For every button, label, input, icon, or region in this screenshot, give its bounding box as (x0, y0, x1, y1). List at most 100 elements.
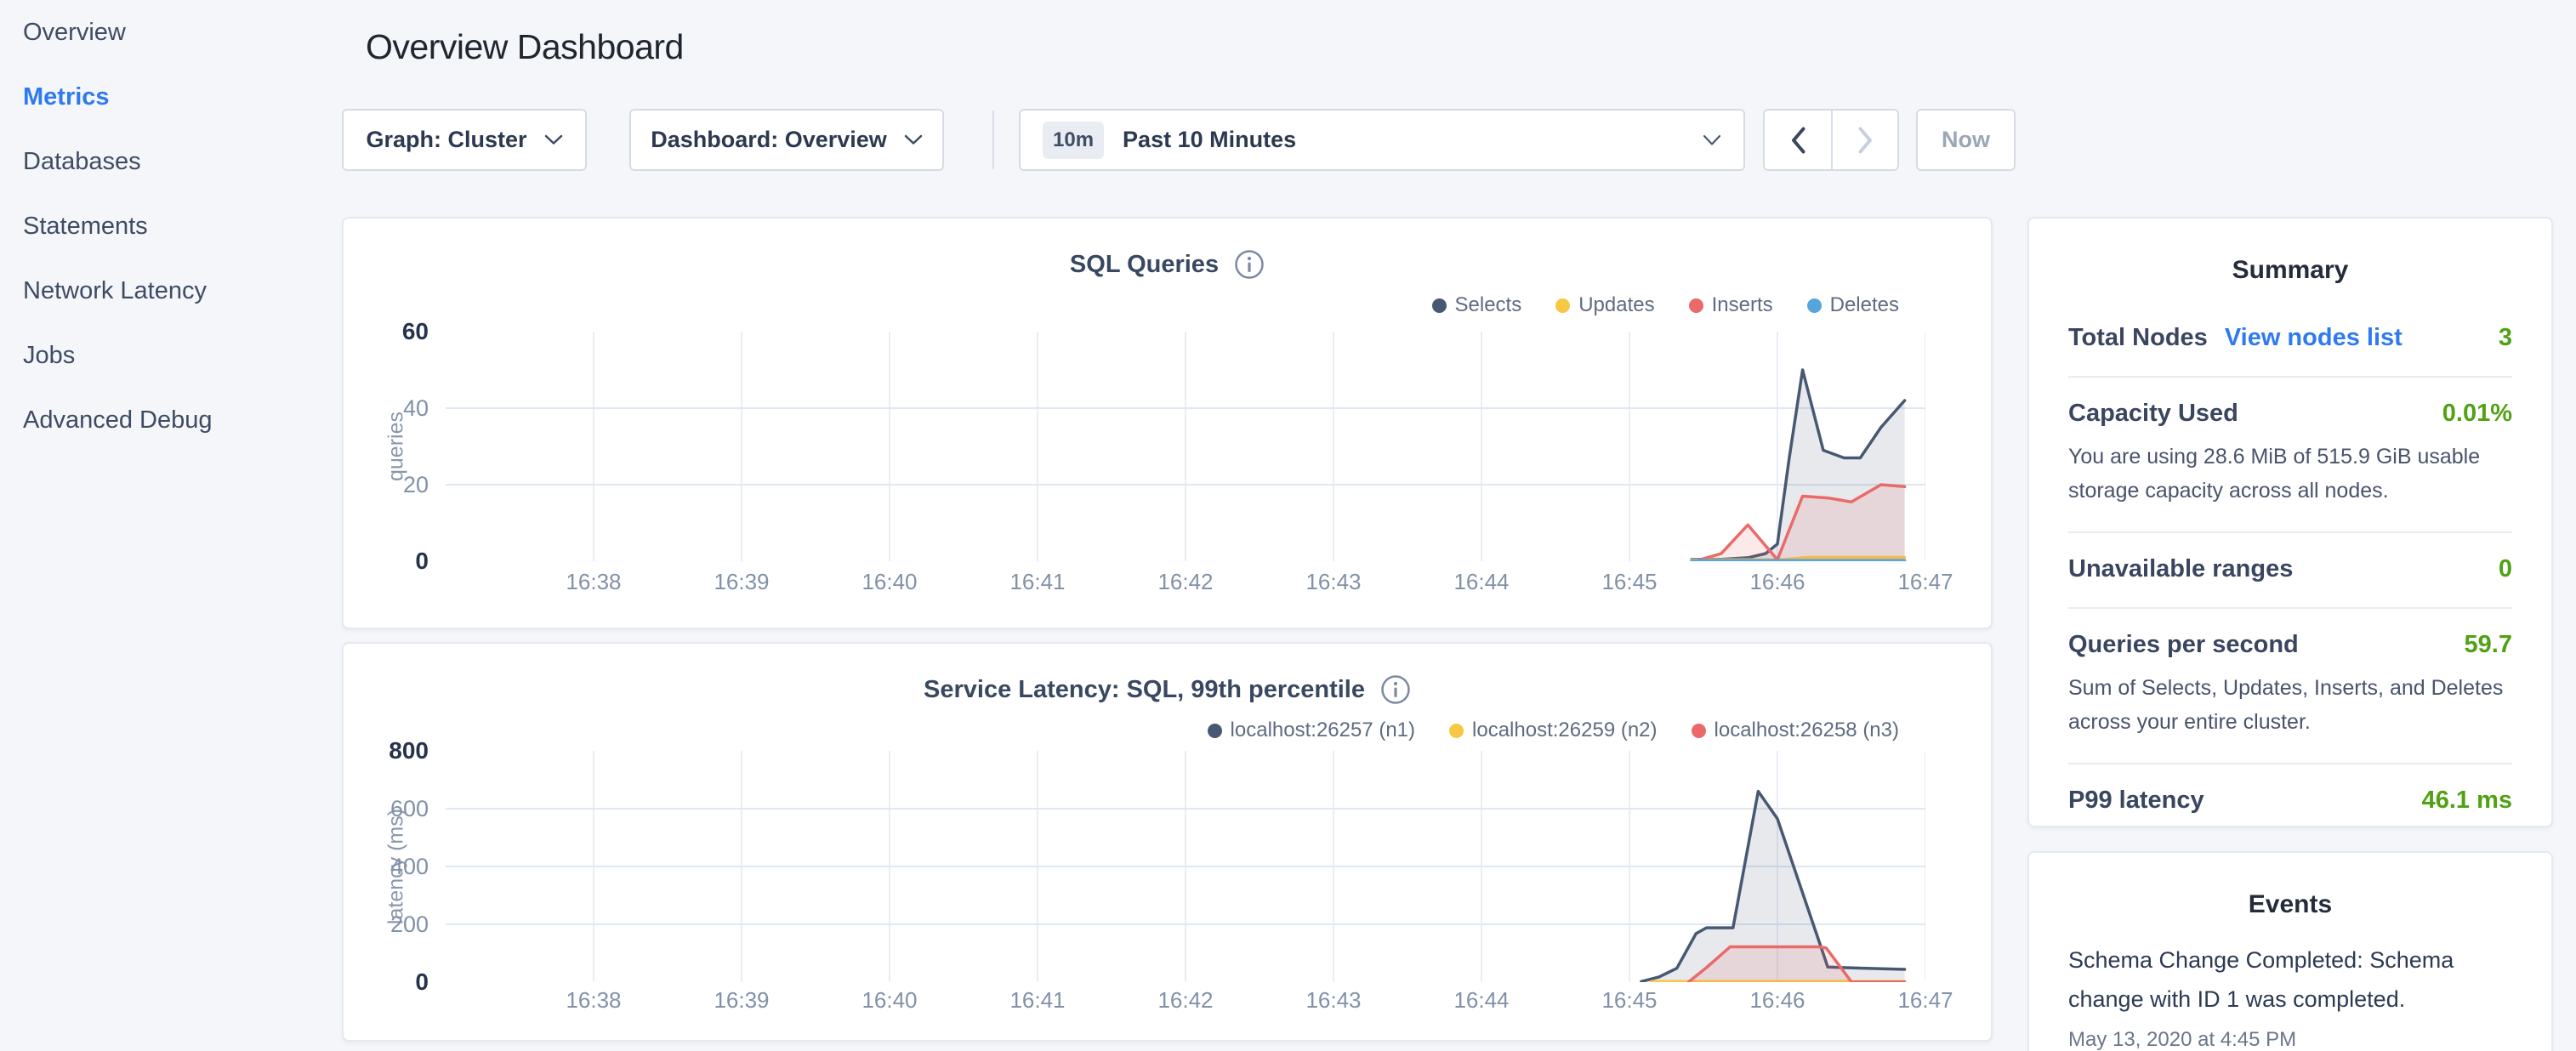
y-tick-label: 40 (357, 394, 429, 423)
next-time-button[interactable] (1831, 111, 1897, 169)
x-tick-label: 16:45 (1578, 569, 1680, 595)
dashboard-dropdown[interactable]: Dashboard: Overview (629, 109, 944, 171)
y-tick-label: 60 (357, 317, 429, 346)
info-icon[interactable] (1234, 249, 1265, 280)
chevron-left-icon (1791, 127, 1805, 154)
sidebar-item-network-latency[interactable]: Network Latency (0, 258, 342, 323)
summary-row-unavailable-ranges: Unavailable ranges 0 (2068, 533, 2512, 609)
plot-area[interactable] (446, 332, 1925, 561)
summary-value: 0.01% (2442, 400, 2512, 428)
event-text: Schema Change Completed: Schema change w… (2068, 941, 2512, 1020)
summary-value: 3 (2499, 324, 2512, 352)
legend-item: Updates (1555, 293, 1654, 317)
x-tick-label: 16:38 (543, 569, 645, 595)
legend-dot (1432, 298, 1447, 313)
y-tick-label: 200 (357, 910, 429, 939)
legend: localhost:26257 (n1) localhost:26259 (n2)… (1208, 719, 1899, 742)
summary-label: Unavailable ranges (2068, 555, 2293, 583)
legend-dot (1807, 298, 1822, 313)
x-tick-label: 16:39 (691, 569, 793, 595)
now-button[interactable]: Now (1916, 109, 2016, 171)
x-tick-label: 16:42 (1134, 569, 1237, 595)
summary-value: 59.7 (2465, 631, 2512, 659)
time-window-dropdown[interactable]: 10m Past 10 Minutes (1019, 109, 1745, 171)
legend-dot (1692, 724, 1706, 738)
summary-row-p99-latency: P99 latency 46.1 ms (2068, 764, 2512, 838)
prev-time-button[interactable] (1765, 111, 1831, 169)
y-tick-label: 600 (357, 794, 429, 823)
dashboard-dropdown-label: Dashboard: Overview (651, 127, 887, 153)
y-tick-label: 800 (357, 736, 429, 765)
x-tick-label: 16:46 (1726, 987, 1828, 1014)
legend-dot (1689, 298, 1703, 313)
summary-panel: Summary Total Nodes View nodes list 3 Ca… (2027, 217, 2553, 827)
legend-dot (1208, 724, 1222, 738)
legend-dot (1555, 298, 1570, 313)
summary-value: 46.1 ms (2422, 787, 2512, 815)
summary-label: Capacity Used (2068, 400, 2238, 428)
x-tick-label: 16:43 (1282, 987, 1385, 1014)
legend-item: localhost:26258 (n3) (1692, 719, 1899, 742)
controls-divider (992, 111, 994, 169)
page-title: Overview Dashboard (366, 27, 684, 67)
x-tick-label: 16:42 (1134, 987, 1237, 1014)
legend: Selects Updates Inserts Deletes (1432, 293, 1900, 317)
summary-subtext: You are using 28.6 MiB of 515.9 GiB usab… (2068, 440, 2512, 508)
x-tick-label: 16:38 (543, 987, 645, 1014)
legend-item: Deletes (1807, 293, 1899, 317)
events-panel: Events Schema Change Completed: Schema c… (2027, 851, 2553, 1051)
graph-dropdown[interactable]: Graph: Cluster (342, 109, 587, 171)
x-tick-label: 16:47 (1874, 987, 1976, 1014)
legend-item: localhost:26259 (n2) (1449, 719, 1657, 742)
sidebar-item-metrics[interactable]: Metrics (0, 65, 342, 129)
legend-item: localhost:26257 (n1) (1208, 719, 1415, 742)
summary-label: Queries per second (2068, 631, 2299, 659)
x-tick-label: 16:44 (1430, 569, 1533, 595)
info-icon[interactable] (1380, 674, 1411, 705)
sidebar-item-databases[interactable]: Databases (0, 129, 342, 194)
x-tick-label: 16:45 (1578, 987, 1680, 1014)
sidebar-item-overview[interactable]: Overview (0, 0, 342, 65)
summary-label: Total Nodes (2068, 324, 2208, 352)
y-tick-label: 0 (357, 547, 429, 576)
y-tick-label: 20 (357, 470, 429, 499)
service-latency-chart-card: Service Latency: SQL, 99th percentile lo… (342, 642, 1993, 1042)
summary-value: 0 (2499, 555, 2512, 583)
summary-subtext: Sum of Selects, Updates, Inserts, and De… (2068, 671, 2512, 739)
time-window-label: Past 10 Minutes (1123, 127, 1703, 153)
summary-title: Summary (2068, 256, 2512, 285)
time-window-badge: 10m (1043, 122, 1104, 159)
x-tick-label: 16:46 (1726, 569, 1828, 595)
summary-row-total-nodes: Total Nodes View nodes list 3 (2068, 302, 2512, 378)
sidebar: Overview Metrics Databases Statements Ne… (0, 0, 342, 1051)
legend-item: Selects (1432, 293, 1522, 317)
sidebar-item-advanced-debug[interactable]: Advanced Debug (0, 388, 342, 452)
x-tick-label: 16:40 (839, 987, 941, 1014)
chart-title-row: SQL Queries (344, 249, 1991, 280)
sidebar-item-jobs[interactable]: Jobs (0, 323, 342, 388)
y-tick-label: 0 (357, 968, 429, 997)
legend-item: Inserts (1689, 293, 1773, 317)
chevron-down-icon (904, 134, 923, 145)
y-tick-label: 400 (357, 852, 429, 881)
graph-dropdown-label: Graph: Cluster (366, 127, 526, 153)
x-tick-label: 16:40 (839, 569, 941, 595)
time-step-button-group (1763, 109, 1899, 171)
summary-row-queries-per-second: Queries per second 59.7 Sum of Selects, … (2068, 609, 2512, 764)
sql-queries-chart-card: SQL Queries Selects Updates Inserts Deletes… (342, 217, 1993, 629)
x-tick-label: 16:41 (987, 569, 1089, 595)
event-timestamp: May 13, 2020 at 4:45 PM (2068, 1028, 2512, 1051)
event-item[interactable]: Schema Change Completed: Schema change w… (2068, 941, 2512, 1051)
x-tick-label: 16:41 (987, 987, 1089, 1014)
chart-title: Service Latency: SQL, 99th percentile (924, 676, 1365, 704)
chart-title-row: Service Latency: SQL, 99th percentile (344, 674, 1991, 705)
chevron-right-icon (1858, 127, 1873, 154)
view-nodes-list-link[interactable]: View nodes list (2225, 324, 2403, 352)
events-title: Events (2068, 890, 2512, 919)
plot-area[interactable] (446, 751, 1925, 982)
sidebar-item-statements[interactable]: Statements (0, 194, 342, 258)
x-tick-label: 16:47 (1874, 569, 1976, 595)
legend-dot (1449, 724, 1464, 738)
chevron-down-icon (1703, 134, 1721, 146)
chart-title: SQL Queries (1070, 251, 1219, 279)
